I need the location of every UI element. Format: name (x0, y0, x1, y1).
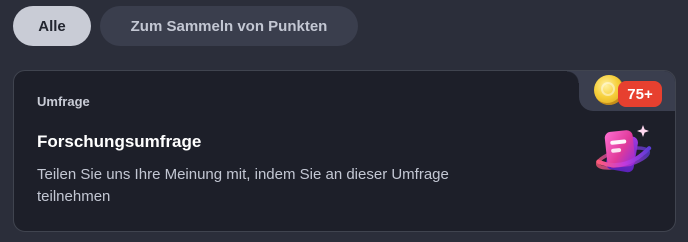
card-title: Forschungsumfrage (37, 132, 202, 151)
filter-all-button[interactable]: Alle (13, 6, 91, 46)
card-category: Umfrage (37, 94, 90, 109)
filter-bar: Alle Zum Sammeln von Punkten (13, 6, 358, 46)
survey-icon (595, 125, 652, 173)
filter-collect-points-button[interactable]: Zum Sammeln von Punkten (100, 6, 358, 46)
card-description: Teilen Sie uns Ihre Meinung mit, indem S… (37, 166, 449, 205)
survey-card[interactable]: 75+ Umfrage Forschungsumfrage Teilen Sie… (13, 70, 676, 232)
reward-tab: 75+ (567, 71, 675, 111)
reward-points-badge: 75+ (618, 81, 662, 107)
